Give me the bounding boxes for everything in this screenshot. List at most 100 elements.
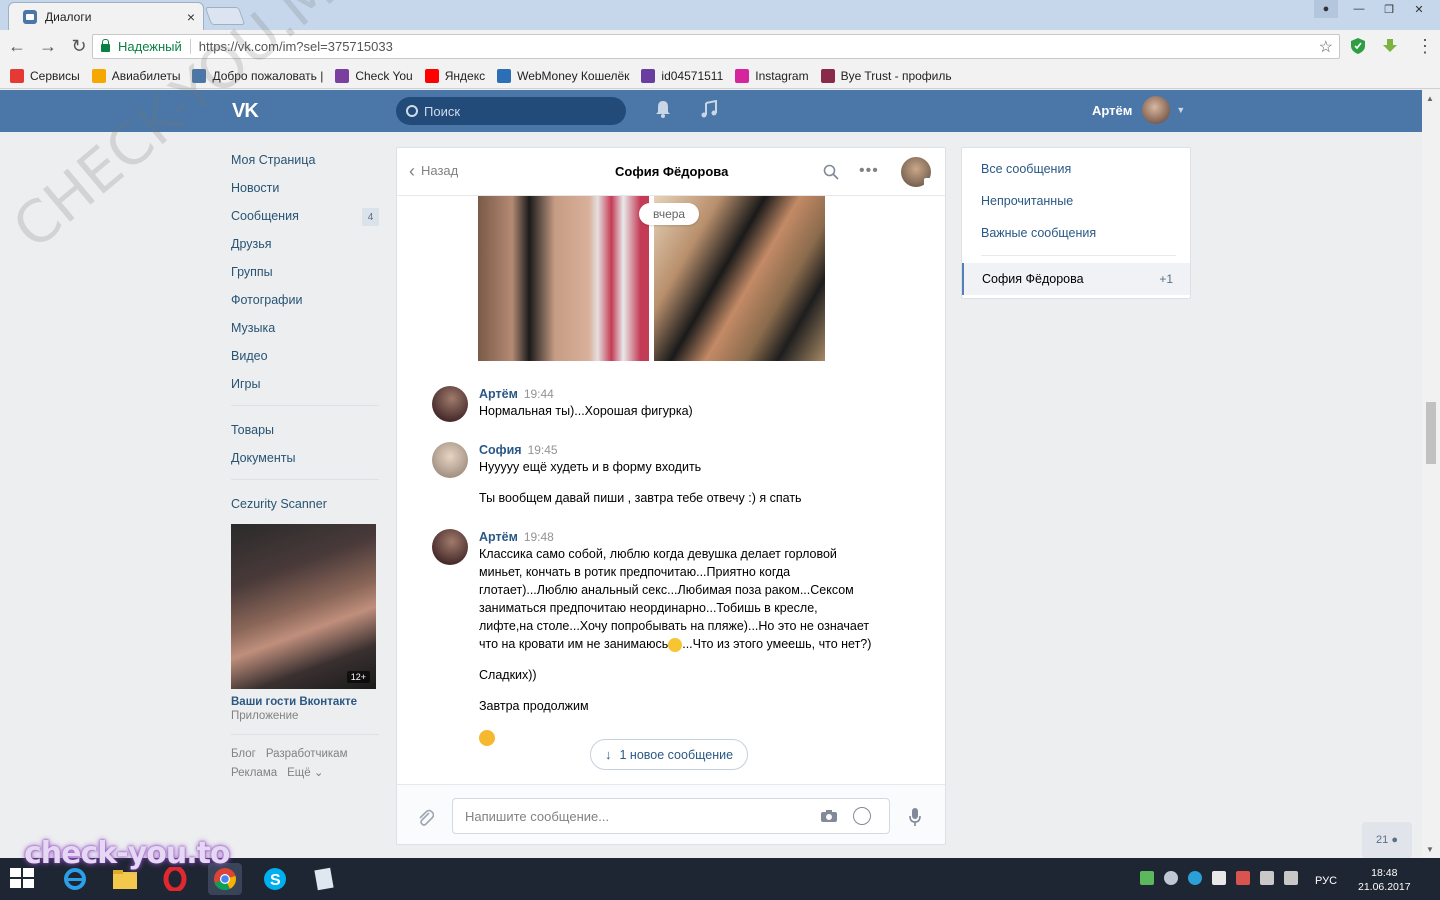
sidebar-item[interactable]: Cezurity Scanner — [231, 490, 758, 525]
paperclip-icon[interactable] — [416, 807, 434, 827]
back-button[interactable]: ‹ Назад — [409, 162, 458, 180]
ad-card[interactable]: 12+ Ваши гости Вконтакте Приложение — [231, 524, 379, 722]
camera-icon[interactable] — [820, 809, 838, 823]
author-avatar[interactable] — [432, 529, 468, 565]
scroll-up-icon[interactable]: ▲ — [1426, 94, 1434, 103]
footer-link-blog[interactable]: Блог — [231, 748, 256, 760]
author-name[interactable]: София — [479, 443, 522, 457]
sidebar-item[interactable]: Моя Страница — [231, 146, 758, 181]
music-note-icon[interactable] — [701, 100, 717, 118]
author-avatar[interactable] — [432, 442, 468, 478]
search-icon[interactable] — [823, 164, 839, 180]
active-dialog-item[interactable]: София Фёдорова +1 — [962, 263, 1190, 295]
message-text: Ты вообщем давай пиши , завтра тебе отве… — [479, 491, 802, 505]
shield-extension-icon[interactable] — [1349, 37, 1367, 55]
forward-arrow-icon[interactable]: → — [34, 33, 62, 61]
microphone-icon[interactable] — [909, 807, 921, 827]
profile-icon[interactable]: ● — [1314, 0, 1338, 18]
sidebar-item[interactable]: Новости — [231, 174, 758, 209]
back-arrow-icon[interactable]: ← — [3, 33, 31, 61]
network-icon[interactable] — [1260, 871, 1274, 885]
footer-link-more[interactable]: Ещё ⌄ — [287, 767, 323, 779]
filter-important[interactable]: Важные сообщения — [981, 226, 1096, 240]
author-name[interactable]: Артём — [479, 387, 518, 401]
footer-link-ads[interactable]: Реклама — [231, 767, 277, 779]
author-name[interactable]: Артём — [479, 530, 518, 544]
sidebar-item[interactable]: Группы — [231, 258, 758, 293]
message-time: 19:48 — [523, 530, 554, 544]
user-menu[interactable]: Артём ▼ — [1092, 96, 1185, 124]
vk-search-input[interactable]: Поиск — [396, 97, 626, 125]
sidebar-item[interactable]: Фотографии — [231, 286, 758, 321]
sidebar-item[interactable]: Музыка — [231, 314, 758, 349]
bell-icon[interactable] — [655, 100, 671, 118]
sidebar-item[interactable]: Друзья — [231, 230, 758, 265]
chat-title[interactable]: София Фёдорова — [615, 164, 728, 179]
scroll-down-icon[interactable]: ▼ — [1426, 845, 1434, 854]
photo-attachment[interactable] — [478, 196, 649, 361]
window-controls: ● — ❐ ✕ — [1314, 0, 1434, 18]
tray-app-icon[interactable] — [1140, 871, 1154, 885]
tab-close-icon[interactable]: × — [187, 10, 195, 24]
user-avatar — [1142, 96, 1171, 124]
bookmark-item[interactable]: WebMoney Кошелёк — [497, 68, 629, 83]
language-indicator[interactable]: РУС — [1315, 875, 1337, 887]
chat-panel: ‹ Назад София Фёдорова ••• вчера Артём 19… — [396, 147, 946, 845]
menu-kebab-icon[interactable]: ⋮ — [1411, 32, 1439, 60]
bookmark-label: Сервисы — [30, 68, 80, 83]
sidebar-item[interactable]: Документы — [231, 444, 758, 479]
message-group: Артём 19:48 Классика само собой, люблю ко… — [432, 529, 872, 746]
sidebar-item-label: Музыка — [231, 321, 276, 335]
windows-start-icon[interactable] — [10, 868, 36, 890]
new-message-button[interactable]: ↓ 1 новое сообщение — [590, 739, 749, 770]
minimize-button[interactable]: — — [1344, 0, 1374, 18]
ad-subtitle: Приложение — [231, 710, 299, 722]
emoji-smile-icon[interactable] — [853, 807, 871, 825]
bookmark-item[interactable]: id04571511 — [641, 68, 723, 83]
contact-avatar[interactable] — [901, 157, 932, 187]
reload-icon[interactable]: ↻ — [65, 33, 93, 61]
system-clock[interactable]: 18:48 21.06.2017 — [1358, 866, 1411, 894]
tab-dialogs[interactable]: Диалоги × — [8, 2, 204, 30]
windows-taskbar: S check-you.to РУС 18:48 21.06.2017 — [0, 836, 1440, 900]
download-extension-icon[interactable] — [1381, 37, 1399, 55]
scrollbar-thumb[interactable] — [1426, 402, 1436, 464]
more-dots-icon[interactable]: ••• — [859, 162, 879, 180]
restore-button[interactable]: ❐ — [1374, 0, 1404, 18]
notes-app-icon[interactable] — [308, 863, 342, 895]
message-input-placeholder: Напишите сообщение... — [465, 808, 610, 824]
sidebar-item[interactable]: Видео — [231, 342, 758, 377]
ad-title[interactable]: Ваши гости Вконтакте — [231, 696, 379, 708]
bookmark-item[interactable]: Bye Trust - профиль — [820, 68, 952, 83]
bookmark-item[interactable]: Instagram — [735, 68, 809, 83]
online-indicator-icon — [924, 178, 932, 186]
author-avatar[interactable] — [432, 386, 468, 422]
bookmark-star-icon[interactable]: ☆ — [1319, 37, 1333, 57]
message-text: Сладких)) — [479, 668, 537, 682]
bookmark-item[interactable]: Сервисы — [10, 68, 80, 83]
volume-icon[interactable] — [1284, 871, 1298, 885]
skype-icon[interactable]: S — [258, 863, 292, 895]
plane-icon — [91, 68, 106, 83]
footer-link-developers[interactable]: Разработчикам — [266, 748, 348, 760]
ad-image[interactable]: 12+ — [231, 524, 376, 689]
search-placeholder: Поиск — [424, 103, 461, 119]
sidebar-item[interactable]: Игры — [231, 370, 758, 405]
online-friends-button[interactable]: 21 ● — [1362, 822, 1412, 858]
sidebar-item-label: Фотографии — [231, 293, 303, 307]
tools-icon[interactable] — [1236, 871, 1250, 885]
steam-icon[interactable] — [1164, 871, 1178, 885]
unread-count-badge: 4 — [362, 208, 379, 226]
page-scrollbar[interactable]: ▲ ▼ — [1422, 90, 1440, 858]
close-window-button[interactable]: ✕ — [1404, 0, 1434, 18]
flag-icon[interactable] — [1212, 871, 1226, 885]
sidebar-item[interactable]: Сообщения 4 — [231, 202, 758, 237]
filter-all-messages[interactable]: Все сообщения — [981, 162, 1071, 176]
eset-icon[interactable] — [1188, 871, 1202, 885]
sidebar-item[interactable]: Товары — [231, 416, 758, 451]
checkyou-icon — [335, 68, 350, 83]
bookmark-item[interactable]: Check You — [335, 68, 413, 83]
bookmark-item[interactable]: Яндекс — [424, 68, 485, 83]
filter-unread[interactable]: Непрочитанные — [981, 194, 1073, 208]
vk-logo[interactable]: VK — [232, 100, 259, 123]
